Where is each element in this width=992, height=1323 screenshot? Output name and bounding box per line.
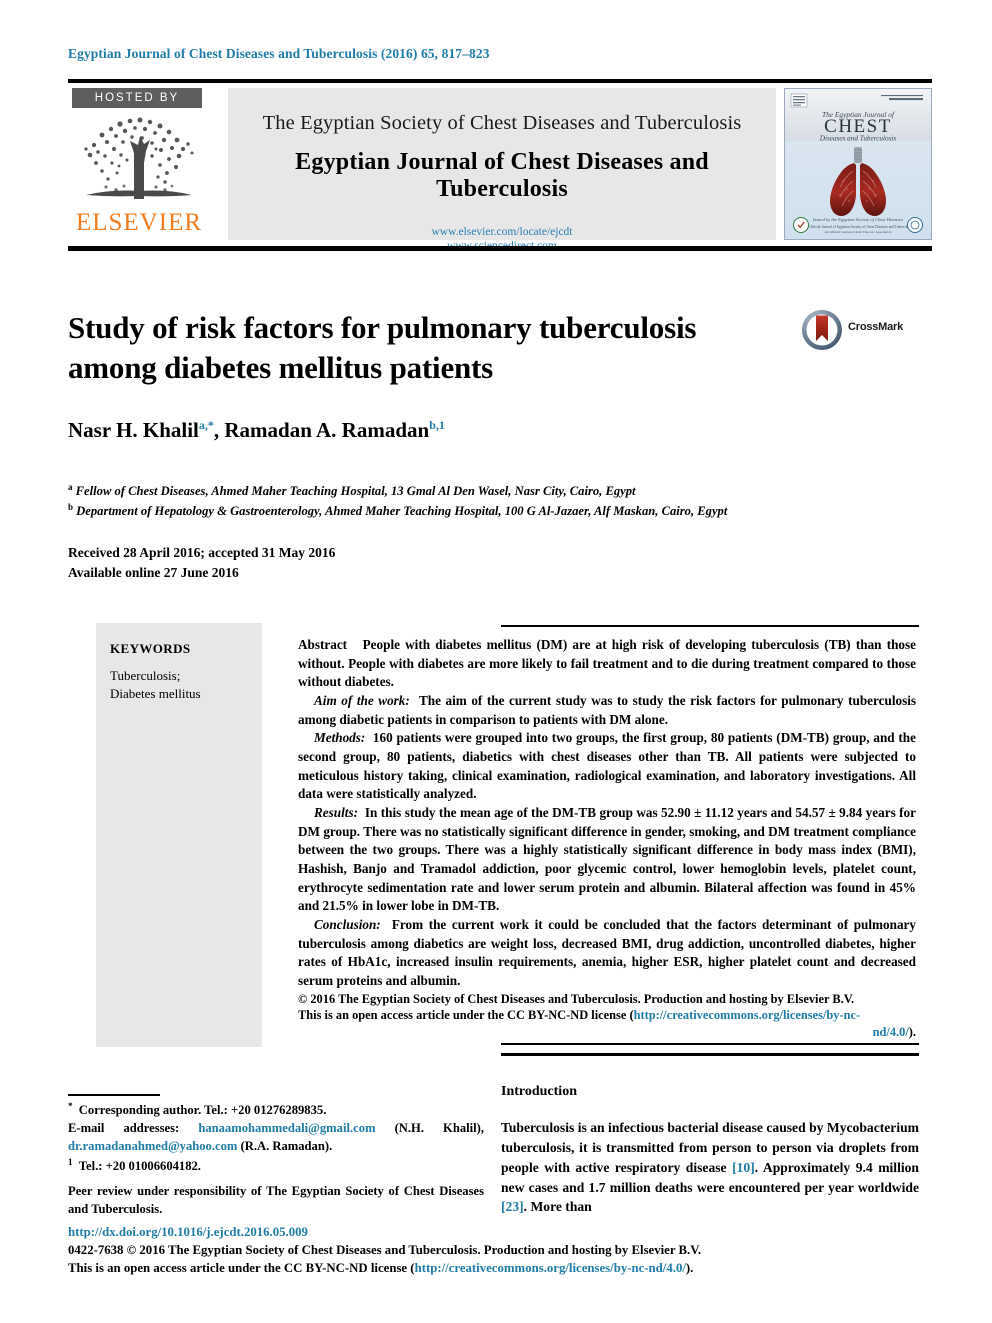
footnotes-block: * Corresponding author. Tel.: +20 012762… xyxy=(68,1100,484,1218)
svg-text:Diseases and Tuberculosis: Diseases and Tuberculosis xyxy=(819,135,897,143)
footnote-divider xyxy=(68,1094,160,1096)
society-name: The Egyptian Society of Chest Diseases a… xyxy=(262,112,742,134)
introduction-rule xyxy=(501,1053,919,1056)
email-owner-1: (N.H. Khalil), xyxy=(394,1121,484,1136)
bottom-license-line: This is an open access article under the… xyxy=(68,1260,758,1278)
crossmark-badge[interactable]: CrossMark xyxy=(800,308,920,354)
hosted-by-badge: HOSTED BY xyxy=(72,88,202,108)
reference-link-10[interactable]: [10] xyxy=(732,1160,755,1175)
abstract-lead: Abstract People with diabetes mellitus (… xyxy=(298,636,916,692)
abstract-copyright: © 2016 The Egyptian Society of Chest Dis… xyxy=(298,991,916,1008)
issn-copyright-line: 0422-7638 © 2016 The Egyptian Society of… xyxy=(68,1242,702,1257)
received-line: Received 28 April 2016; accepted 31 May … xyxy=(68,545,336,560)
affiliations: a Fellow of Chest Diseases, Ahmed Maher … xyxy=(68,481,932,521)
doi-copyright-block: http://dx.doi.org/10.1016/j.ejcdt.2016.0… xyxy=(68,1224,758,1278)
corresponding-text: Corresponding author. Tel.: +20 01276289… xyxy=(78,1103,327,1118)
email-label: E-mail addresses: xyxy=(68,1121,180,1136)
footnote-corresponding: * Corresponding author. Tel.: +20 012762… xyxy=(68,1100,484,1119)
abstract-label: Abstract xyxy=(298,637,348,652)
license-suffix: ). xyxy=(908,1024,916,1039)
doi-link[interactable]: http://dx.doi.org/10.1016/j.ejcdt.2016.0… xyxy=(68,1224,758,1242)
svg-text:Issued by the Egyptian Society: Issued by the Egyptian Society of Chest … xyxy=(812,217,903,222)
keywords-heading: KEYWORDS xyxy=(110,641,191,656)
footnote-peer-review: Peer review under responsibility of The … xyxy=(68,1183,484,1216)
introduction-paragraph: Tuberculosis is an infectious bacterial … xyxy=(501,1120,919,1215)
abstract-methods: Methods: 160 patients were grouped into … xyxy=(298,729,916,804)
abstract-aim: Aim of the work: The aim of the current … xyxy=(298,692,916,729)
author-list: Nasr H. Khalila,*, Ramadan A. Ramadanb,1 xyxy=(68,418,445,442)
keyword-item: Tuberculosis; xyxy=(110,668,181,683)
results-label: Results: xyxy=(314,805,358,821)
footnote-emails: E-mail addresses: hanaamohammedali@gmail… xyxy=(68,1119,484,1155)
bottom-license-link[interactable]: http://creativecommons.org/licenses/by-n… xyxy=(415,1261,686,1275)
reference-link-23[interactable]: [23] xyxy=(501,1199,524,1214)
masthead: HOSTED BY ELSEVIER The Egyptian Society … xyxy=(68,88,932,252)
article-page: Egyptian Journal of Chest Diseases and T… xyxy=(0,0,992,1323)
affiliation-b: b Department of Hepatology & Gastroenter… xyxy=(68,501,728,518)
masthead-rule-bottom xyxy=(68,246,932,251)
elsevier-logo-block: HOSTED BY ELSEVIER xyxy=(68,88,220,240)
abstract-rule-top xyxy=(501,625,919,627)
journal-title: Egyptian Journal of Chest Diseases and T… xyxy=(295,149,709,202)
email-link-1[interactable]: hanaamohammedali@gmail.com xyxy=(198,1121,375,1135)
svg-text:An Official Journal of Arab Th: An Official Journal of Arab Thoracic Ass… xyxy=(825,230,892,234)
results-text: In this study the mean age of the DM-TB … xyxy=(298,805,916,914)
svg-text:The Official Journal of Egypti: The Official Journal of Egyptian Society… xyxy=(803,225,914,229)
keywords-panel: KEYWORDS Tuberculosis; Diabetes mellitus xyxy=(96,623,262,1047)
keywords-list: Tuberculosis; Diabetes mellitus xyxy=(110,667,262,704)
methods-text: 160 patients were grouped into two group… xyxy=(298,730,916,802)
abstract-lead-text: People with diabetes mellitus (DM) are a… xyxy=(298,637,916,690)
elsevier-tree-svg xyxy=(84,117,194,199)
footnote-marker-one: 1 xyxy=(68,1156,73,1167)
abstract-block: Abstract People with diabetes mellitus (… xyxy=(298,636,916,1041)
elsevier-wordmark: ELSEVIER xyxy=(75,209,203,236)
running-head: Egyptian Journal of Chest Diseases and T… xyxy=(68,46,490,61)
conclusion-text: From the current work it could be conclu… xyxy=(298,917,916,989)
available-online-line: Available online 27 June 2016 xyxy=(68,564,239,580)
abstract-license: This is an open access article under the… xyxy=(298,1007,916,1024)
masthead-rule-top xyxy=(68,79,932,83)
tel-2-text: Tel.: +20 01006604182. xyxy=(78,1158,201,1173)
crossmark-label: CrossMark xyxy=(848,321,904,333)
copyright-text: © 2016 The Egyptian Society of Chest Dis… xyxy=(298,991,855,1006)
footnote-marker-star: * xyxy=(68,1101,73,1111)
publication-dates: Received 28 April 2016; accepted 31 May … xyxy=(68,543,335,583)
abstract-conclusion: Conclusion: From the current work it cou… xyxy=(298,916,916,991)
email-owner-2: (R.A. Ramadan). xyxy=(240,1139,333,1154)
email-link-2[interactable]: dr.ramadanahmed@yahoo.com xyxy=(68,1139,237,1153)
elsevier-tree-icon xyxy=(72,111,206,209)
title-block: Study of risk factors for pulmonary tube… xyxy=(68,308,788,387)
crossmark-icon xyxy=(802,310,842,350)
abstract-rule-bottom xyxy=(501,1043,919,1045)
license-prefix: This is an open access article under the… xyxy=(298,1008,634,1023)
methods-label: Methods: xyxy=(314,730,366,746)
footnote-tel-2: 1 Tel.: +20 01006604182. xyxy=(68,1156,484,1175)
keyword-item: Diabetes mellitus xyxy=(110,686,201,702)
journal-band: The Egyptian Society of Chest Diseases a… xyxy=(228,88,776,252)
abstract-results: Results: In this study the mean age of t… xyxy=(298,804,916,916)
introduction-body: Tuberculosis is an infectious bacterial … xyxy=(501,1118,919,1217)
bottom-license-suffix: ). xyxy=(685,1260,694,1275)
page-title: Study of risk factors for pulmonary tube… xyxy=(68,310,697,385)
abstract-license-tail: nd/4.0/). xyxy=(298,1024,916,1041)
affiliation-a: a Fellow of Chest Diseases, Ahmed Maher … xyxy=(68,482,636,499)
introduction-heading: Introduction xyxy=(501,1084,577,1099)
license-link-part2[interactable]: nd/4.0/ xyxy=(873,1025,909,1039)
conclusion-label: Conclusion: xyxy=(314,917,381,933)
bottom-license-prefix: This is an open access article under the… xyxy=(68,1260,415,1275)
journal-cover-thumbnail: The Egyptian Journal of CHEST Diseases a… xyxy=(784,88,932,240)
url-elsevier[interactable]: www.elsevier.com/locate/ejcdt xyxy=(228,225,776,239)
license-link-part1[interactable]: http://creativecommons.org/licenses/by-n… xyxy=(634,1008,861,1022)
aim-label: Aim of the work: xyxy=(314,693,410,709)
journal-cover-svg: The Egyptian Journal of CHEST Diseases a… xyxy=(785,89,931,239)
